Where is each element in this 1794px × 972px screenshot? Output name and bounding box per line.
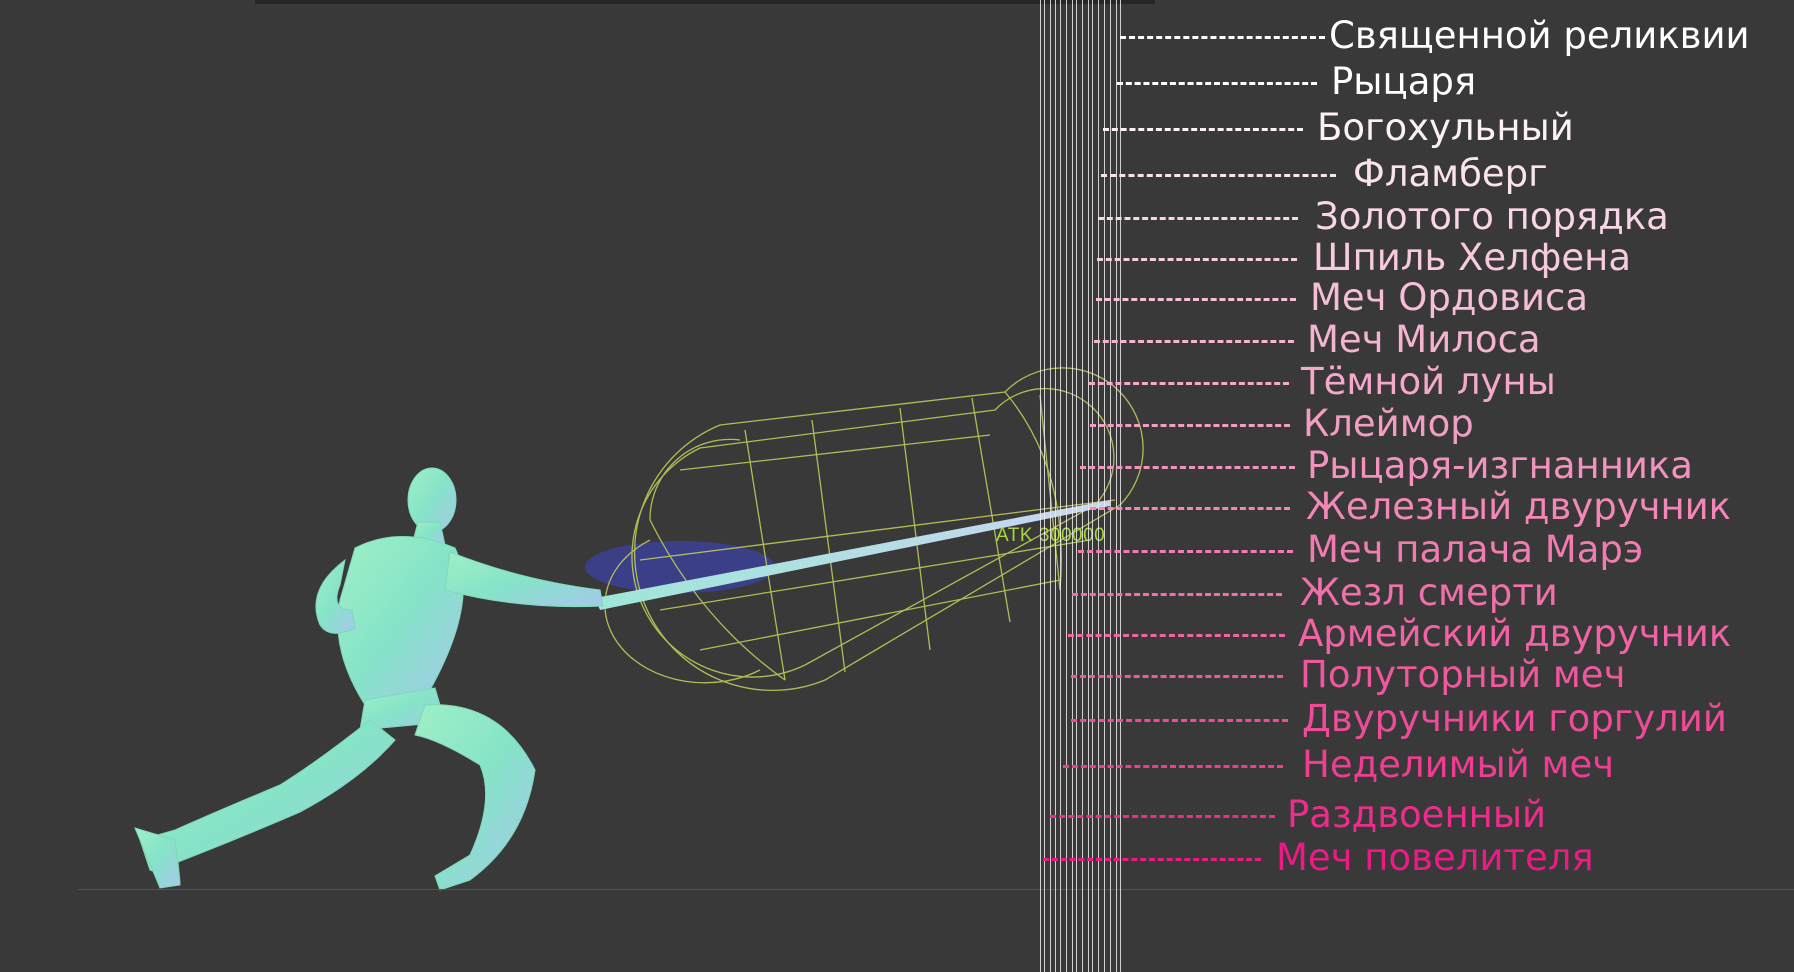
reach-dash-line	[1090, 424, 1290, 427]
reach-reference-line	[1082, 0, 1083, 972]
reach-dash-line	[1096, 298, 1296, 301]
weapon-name: Меч палача Марэ	[1307, 528, 1644, 571]
weapon-name: Полуторный меч	[1300, 653, 1626, 696]
weapon-name: Меч Милоса	[1307, 318, 1541, 361]
reach-dash-line	[1089, 382, 1289, 385]
reach-reference-line	[1116, 0, 1117, 972]
reach-reference-line	[1072, 0, 1073, 972]
reach-reference-line	[1098, 0, 1099, 972]
reach-dash-line	[1094, 340, 1294, 343]
weapon-name: Золотого порядка	[1315, 195, 1669, 238]
swordsman-figure	[134, 467, 604, 891]
reach-reference-line	[1104, 0, 1105, 972]
reach-dash-line	[1098, 217, 1298, 220]
reach-reference-line	[1050, 0, 1051, 972]
reach-reference-line	[1055, 0, 1056, 972]
reach-dash-line	[1063, 765, 1283, 768]
weapon-name: Жезл смерти	[1300, 571, 1558, 614]
reach-reference-line	[1092, 0, 1093, 972]
reach-dash-line	[1043, 858, 1261, 861]
reach-reference-line	[1120, 0, 1121, 972]
weapon-name: Фламберг	[1353, 152, 1548, 195]
weapon-name: Богохульный	[1317, 106, 1574, 149]
weapon-name: Тёмной луны	[1301, 360, 1556, 403]
reach-reference-line	[1088, 0, 1089, 972]
reach-dash-line	[1080, 466, 1295, 469]
reach-dash-line	[1090, 507, 1290, 510]
reach-reference-line	[1040, 0, 1041, 972]
reach-dash-line	[1117, 82, 1317, 85]
reach-dash-line	[1120, 36, 1325, 39]
weapon-name: Неделимый меч	[1302, 743, 1615, 786]
reach-dash-line	[1071, 719, 1288, 722]
weapon-name: Шпиль Хелфена	[1313, 236, 1632, 279]
reach-reference-line	[1060, 0, 1061, 972]
reach-dash-line	[1078, 550, 1293, 553]
viewport-stage: ATK 300000 Священной реликвии Рыцаря Богох…	[0, 0, 1794, 972]
reach-dash-line	[1050, 815, 1275, 818]
reach-reference-line	[1044, 0, 1045, 972]
weapon-name: Железный двуручник	[1306, 485, 1732, 528]
reach-dash-line	[1103, 128, 1303, 131]
weapon-name: Раздвоенный	[1287, 793, 1547, 836]
reach-dash-line	[1068, 634, 1285, 637]
reach-reference-line	[1110, 0, 1111, 972]
weapon-name: Меч повелителя	[1276, 836, 1594, 879]
weapon-name: Меч Ордовиса	[1310, 276, 1589, 319]
weapon-name: Рыцаря	[1331, 60, 1477, 103]
weapon-name: Армейский двуручник	[1298, 612, 1732, 655]
reach-dash-line	[1072, 593, 1282, 596]
weapon-name: Клеймор	[1303, 402, 1474, 445]
reach-dash-line	[1097, 258, 1297, 261]
weapon-name: Рыцаря-изгнанника	[1307, 444, 1693, 487]
ground-line	[78, 889, 1794, 890]
weapon-name: Двуручники горгулий	[1302, 697, 1727, 740]
reach-dash-line	[1071, 675, 1283, 678]
reach-reference-line	[1076, 0, 1077, 972]
reach-dash-line	[1101, 174, 1336, 177]
weapon-name: Священной реликвии	[1329, 14, 1750, 57]
reach-reference-line	[1066, 0, 1067, 972]
